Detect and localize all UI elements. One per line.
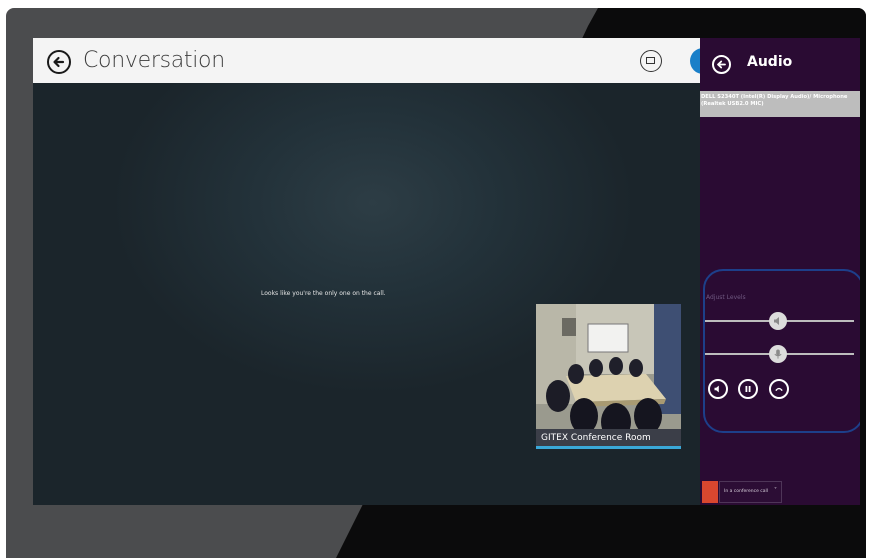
hang-up-button[interactable] xyxy=(769,379,789,399)
audio-panel: Audio DELL S2340T (Intel(R) Display Audi… xyxy=(700,38,860,505)
screen-icon xyxy=(646,57,655,64)
hold-button[interactable] xyxy=(738,379,758,399)
pause-icon xyxy=(745,386,751,392)
app-header: Conversation xyxy=(33,38,704,83)
hang-up-icon xyxy=(775,387,783,391)
chevron-down-icon: ˅ xyxy=(774,487,777,494)
conference-room-photo xyxy=(536,304,681,447)
microphone-icon xyxy=(774,349,782,359)
share-screen-button[interactable] xyxy=(640,50,662,72)
levels-label: Adjust Levels xyxy=(706,294,746,301)
speaker-slider-thumb[interactable] xyxy=(769,312,787,330)
participant-video-tile[interactable] xyxy=(536,304,681,447)
panel-back-icon[interactable] xyxy=(712,55,731,74)
audio-device-label: DELL S2340T (Intel(R) Display Audio)/ Mi… xyxy=(701,94,848,107)
speaker-icon xyxy=(774,317,779,325)
app-screen: Conversation Looks like you're the only … xyxy=(33,38,860,505)
speaker-toggle-button[interactable] xyxy=(708,379,728,399)
audio-device-item[interactable]: DELL S2340T (Intel(R) Display Audio)/ Mi… xyxy=(700,91,860,117)
panel-title: Audio xyxy=(747,54,793,70)
status-dropdown[interactable]: In a conference call ˅ xyxy=(719,481,782,503)
presence-color xyxy=(702,481,718,503)
video-stage: Looks like you're the only one on the ca… xyxy=(33,83,700,505)
participant-name: GITEX Conference Room xyxy=(541,433,651,443)
device-bezel: Conversation Looks like you're the only … xyxy=(6,8,866,558)
status-text: In a conference call xyxy=(724,489,769,494)
back-arrow-icon[interactable] xyxy=(47,50,71,74)
mic-slider-thumb[interactable] xyxy=(769,345,787,363)
speaker-icon xyxy=(714,385,719,393)
active-speaker-bar xyxy=(536,446,681,449)
page-title: Conversation xyxy=(83,48,225,73)
only-one-message: Looks like you're the only one on the ca… xyxy=(261,290,386,297)
